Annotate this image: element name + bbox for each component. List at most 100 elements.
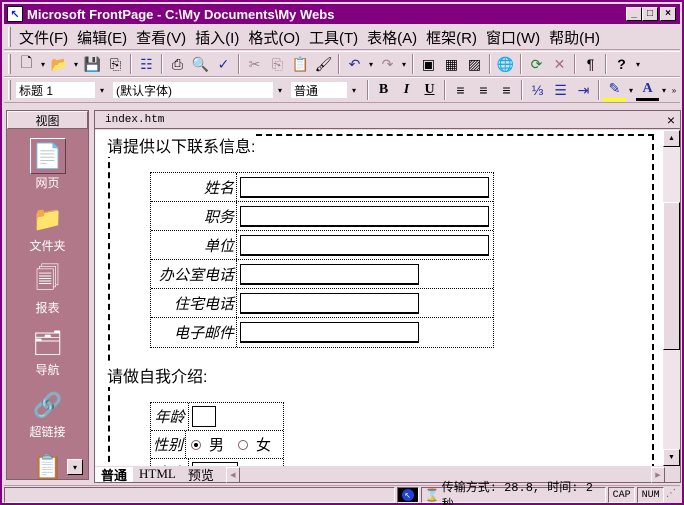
align-right-icon[interactable]: ≡ bbox=[495, 79, 518, 101]
status-bar: ↖ ⌛ 传输方式: 28.8, 时间: 2 秒 CAP NUM ⋰ bbox=[4, 481, 680, 505]
format-painter-icon[interactable]: 🖌 bbox=[312, 53, 335, 75]
new-page-icon[interactable]: 🗋 bbox=[15, 53, 38, 75]
save-icon[interactable]: 💾 bbox=[81, 53, 104, 75]
folder-list-icon[interactable]: ☷ bbox=[135, 53, 158, 75]
scroll-thumb[interactable] bbox=[663, 202, 680, 350]
copy-icon[interactable]: ⎘ bbox=[266, 53, 289, 75]
hyperlink-icon[interactable]: 🌐 bbox=[494, 53, 517, 75]
view-label: 导航 bbox=[35, 363, 60, 377]
menu-table[interactable]: 表格(A) bbox=[363, 27, 422, 48]
document-tab[interactable]: index.htm × bbox=[95, 111, 680, 129]
open-dropdown-icon[interactable]: ▾ bbox=[71, 53, 81, 75]
close-button[interactable]: × bbox=[660, 7, 676, 21]
help-dropdown-icon[interactable]: ▾ bbox=[633, 53, 643, 75]
bold-button[interactable]: B bbox=[372, 79, 395, 101]
view-hyperlinks[interactable]: 🔗 超链接 bbox=[7, 387, 88, 440]
resize-grip[interactable]: ⋰ bbox=[666, 488, 680, 502]
insert-image-icon[interactable]: ▨ bbox=[463, 53, 486, 75]
bullet-list-icon[interactable]: ☰ bbox=[549, 79, 572, 101]
view-reports[interactable]: 🗐 报表 bbox=[7, 263, 88, 316]
scroll-down-button[interactable]: ▼ bbox=[663, 449, 680, 466]
align-center-icon[interactable]: ≡ bbox=[472, 79, 495, 101]
company-field[interactable] bbox=[240, 234, 489, 256]
email-field[interactable] bbox=[240, 322, 419, 343]
open-icon[interactable]: 📂 bbox=[48, 53, 71, 75]
view-label: 报表 bbox=[35, 301, 60, 315]
menu-window[interactable]: 窗口(W) bbox=[482, 27, 545, 48]
chevron-down-icon[interactable]: ▾ bbox=[95, 82, 109, 98]
vertical-scrollbar[interactable]: ▲ ▼ bbox=[663, 130, 680, 466]
spelling-icon[interactable]: ✓ bbox=[212, 53, 235, 75]
close-document-icon[interactable]: × bbox=[667, 112, 675, 128]
stop-icon[interactable]: ✕ bbox=[548, 53, 571, 75]
font-color-dropdown-icon[interactable]: ▾ bbox=[659, 79, 669, 101]
print-icon[interactable]: ⎙ bbox=[166, 53, 189, 75]
name-field[interactable] bbox=[240, 176, 489, 198]
align-left-icon[interactable]: ≡ bbox=[449, 79, 472, 101]
tab-normal[interactable]: 普通 bbox=[95, 466, 134, 483]
indent-icon[interactable]: ⇥ bbox=[572, 79, 595, 101]
size-select[interactable]: 普通 ▾ bbox=[290, 81, 362, 99]
office-phone-field[interactable] bbox=[240, 263, 419, 285]
home-phone-field[interactable] bbox=[240, 292, 419, 314]
new-dropdown-icon[interactable]: ▾ bbox=[38, 53, 48, 75]
menu-help[interactable]: 帮助(H) bbox=[545, 27, 605, 48]
tab-html[interactable]: HTML bbox=[133, 466, 182, 483]
toolbar-grip[interactable] bbox=[8, 54, 11, 74]
menu-frames[interactable]: 框架(R) bbox=[422, 27, 482, 48]
chevron-down-icon[interactable]: ▾ bbox=[273, 82, 287, 98]
insert-component-icon[interactable]: ▣ bbox=[417, 53, 440, 75]
help-icon[interactable]: ? bbox=[610, 53, 633, 75]
underline-button[interactable]: U bbox=[418, 79, 441, 101]
page-editor[interactable]: 请提供以下联系信息: 姓名 职务 单位 办公室电话 住宅电话 电子邮件 请做自我… bbox=[95, 130, 664, 466]
field-label: 办公室电话 bbox=[151, 260, 237, 288]
paste-icon[interactable]: 📋 bbox=[289, 53, 312, 75]
maximize-button[interactable]: □ bbox=[642, 7, 658, 21]
view-page[interactable]: 📄 网页 bbox=[7, 138, 88, 191]
title-field[interactable] bbox=[240, 205, 489, 227]
table-row: 职务 bbox=[151, 202, 493, 231]
toolbar-grip[interactable] bbox=[8, 80, 11, 100]
gender-male-radio[interactable] bbox=[190, 439, 201, 450]
cut-icon[interactable]: ✂ bbox=[243, 53, 266, 75]
scroll-left-button[interactable]: ◀ bbox=[225, 466, 240, 483]
table-row: 电子邮件 bbox=[151, 318, 493, 347]
menu-tools[interactable]: 工具(T) bbox=[305, 27, 363, 48]
style-select[interactable]: 标题 1 ▾ bbox=[15, 81, 110, 99]
numbered-list-icon[interactable]: ⅓ bbox=[526, 79, 549, 101]
age-field[interactable] bbox=[192, 406, 216, 427]
menu-file[interactable]: 文件(F) bbox=[15, 27, 73, 48]
menu-grip[interactable] bbox=[8, 27, 11, 47]
menu-format[interactable]: 格式(O) bbox=[244, 27, 305, 48]
undo-icon[interactable]: ↶ bbox=[343, 53, 366, 75]
scroll-right-button[interactable]: ▶ bbox=[651, 466, 665, 483]
redo-icon[interactable]: ↷ bbox=[376, 53, 399, 75]
preview-in-browser-icon[interactable]: 🔍 bbox=[189, 53, 212, 75]
views-bar: 视图 📄 网页 📁 文件夹 🗐 报表 🗂 导航 🔗 超链接 📋 ▾ bbox=[6, 110, 89, 481]
undo-dropdown-icon[interactable]: ▾ bbox=[366, 53, 376, 75]
views-scroll-down-button[interactable]: ▾ bbox=[67, 459, 83, 475]
view-folders[interactable]: 📁 文件夹 bbox=[7, 201, 88, 254]
more-buttons-icon[interactable]: » bbox=[669, 79, 679, 101]
tab-preview[interactable]: 预览 bbox=[181, 467, 220, 483]
insert-table-icon[interactable]: ▦ bbox=[440, 53, 463, 75]
minimize-button[interactable]: _ bbox=[626, 7, 642, 21]
chevron-down-icon[interactable]: ▾ bbox=[347, 82, 361, 98]
redo-dropdown-icon[interactable]: ▾ bbox=[399, 53, 409, 75]
refresh-icon[interactable]: ⟳ bbox=[525, 53, 548, 75]
menu-insert[interactable]: 插入(I) bbox=[191, 27, 244, 48]
menu-view[interactable]: 查看(V) bbox=[132, 27, 191, 48]
view-navigation[interactable]: 🗂 导航 bbox=[7, 325, 88, 378]
font-color-icon[interactable]: A bbox=[636, 79, 659, 101]
highlight-icon[interactable]: ✎ bbox=[603, 79, 626, 101]
gender-female-radio[interactable] bbox=[237, 439, 248, 450]
italic-button[interactable]: I bbox=[395, 79, 418, 101]
highlight-dropdown-icon[interactable]: ▾ bbox=[626, 79, 636, 101]
show-all-icon[interactable]: ¶ bbox=[579, 53, 602, 75]
publish-icon[interactable]: ⎘ bbox=[104, 53, 127, 75]
scroll-up-button[interactable]: ▲ bbox=[663, 130, 680, 147]
font-select[interactable]: (默认字体) ▾ bbox=[112, 81, 288, 99]
status-icon-panel: ↖ bbox=[396, 487, 419, 503]
menu-edit[interactable]: 编辑(E) bbox=[73, 27, 132, 48]
page-view-icon: 📄 bbox=[29, 138, 66, 174]
